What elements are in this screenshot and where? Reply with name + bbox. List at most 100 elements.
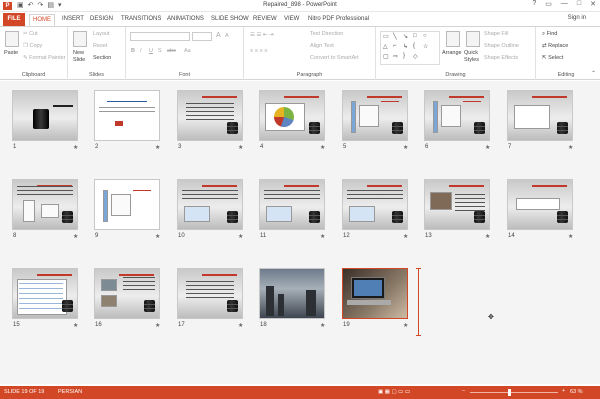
ribbon-display-icon[interactable]: ▭ — [545, 0, 552, 8]
star-shape-icon[interactable]: ☆ — [423, 43, 428, 50]
cut-button[interactable]: ✂ Cut — [23, 31, 38, 37]
convert-smartart-button[interactable]: Convert to SmartArt — [310, 55, 359, 61]
textbox-shape-icon[interactable]: ▭ — [383, 33, 389, 40]
bold-button[interactable]: B — [131, 48, 135, 54]
maximize-icon[interactable]: □ — [577, 0, 581, 8]
drawing-group-label: Drawing — [445, 72, 466, 78]
sign-in-link[interactable]: Sign in — [568, 15, 586, 21]
font-size-box[interactable] — [192, 32, 212, 41]
diamond-shape-icon[interactable]: ◇ — [413, 53, 418, 60]
slide-thumbnail[interactable] — [177, 90, 243, 141]
slide-thumbnail[interactable] — [342, 179, 408, 230]
arrange-icon[interactable] — [446, 31, 460, 47]
bullets-icon[interactable]: ☰ ☰ ⇤ ⇥ — [250, 32, 274, 38]
shape-outline-button[interactable]: Shape Outline — [484, 43, 519, 49]
slide-number: 16 — [95, 322, 102, 328]
find-button[interactable]: ⌕ Find — [542, 31, 557, 38]
shape-fill-button[interactable]: Shape Fill — [484, 31, 508, 37]
curly-shape-icon[interactable]: { — [413, 43, 415, 49]
slide-thumbnail[interactable] — [507, 90, 573, 141]
minimize-icon[interactable]: — — [561, 0, 568, 8]
rectangle-shape-icon[interactable]: □ — [413, 33, 417, 39]
triangle-shape-icon[interactable]: △ — [383, 43, 388, 50]
slide-thumbnail[interactable] — [424, 179, 490, 230]
view-buttons[interactable]: ▣ ▦ ▢ ▭ ▭ — [378, 389, 410, 395]
close-icon[interactable]: ✕ — [590, 0, 596, 8]
slide-thumbnail[interactable] — [342, 268, 408, 319]
tab-file[interactable]: FILE — [3, 13, 25, 26]
tab-animations[interactable]: ANIMATIONS — [164, 14, 207, 26]
new-slide-button[interactable]: New Slide — [73, 50, 93, 64]
bent-arrow-shape-icon[interactable]: ↳ — [403, 43, 408, 50]
slide-thumbnail[interactable] — [507, 179, 573, 230]
mouse-cursor-icon: ✥ — [488, 314, 494, 321]
arrange-button[interactable]: Arrange — [442, 50, 462, 56]
right-arrow-shape-icon[interactable]: ⇨ — [393, 53, 398, 60]
quick-styles-button[interactable]: Quick Styles — [464, 50, 482, 64]
align-text-button[interactable]: Align Text — [310, 43, 334, 49]
slide-transition-icon: ★ — [155, 323, 161, 329]
select-button[interactable]: ⇱ Select — [542, 55, 563, 61]
tab-view[interactable]: VIEW — [281, 14, 302, 26]
slide-thumbnail[interactable] — [259, 179, 325, 230]
slide-thumbnail[interactable] — [424, 90, 490, 141]
reset-button[interactable]: Reset — [93, 43, 107, 49]
tab-home[interactable]: HOME — [29, 14, 55, 26]
copy-button[interactable]: ❐ Copy — [23, 43, 42, 49]
tab-slide-show[interactable]: SLIDE SHOW — [208, 14, 252, 26]
slide-thumbnail[interactable] — [94, 268, 160, 319]
text-direction-button[interactable]: Text Direction — [310, 31, 343, 37]
slide-thumbnail[interactable] — [177, 179, 243, 230]
slide-thumbnail[interactable] — [259, 268, 325, 319]
slide-thumbnail[interactable] — [12, 268, 78, 319]
slide-thumbnail[interactable] — [177, 268, 243, 319]
shape-effects-button[interactable]: Shape Effects — [484, 55, 518, 61]
zoom-slider-thumb[interactable] — [507, 389, 511, 396]
tab-insert[interactable]: INSERT — [59, 14, 87, 26]
zoom-level[interactable]: 63 % — [570, 389, 583, 395]
line-shape-icon[interactable]: ╲ — [393, 33, 397, 40]
shrink-font-button[interactable]: A — [225, 33, 229, 39]
oil-barrel-icon — [557, 211, 568, 223]
italic-button[interactable]: I — [140, 48, 142, 54]
zoom-out-icon[interactable]: − — [462, 388, 465, 394]
slide-number: 2 — [95, 144, 99, 150]
collapse-ribbon-icon[interactable]: ⌃ — [591, 70, 596, 77]
slide-thumbnail[interactable] — [94, 179, 160, 230]
zoom-slider[interactable] — [470, 392, 558, 393]
tab-nitro-pdf[interactable]: Nitro PDF Professional — [305, 14, 372, 26]
slide-thumbnail[interactable] — [342, 90, 408, 141]
tab-design[interactable]: DESIGN — [87, 14, 116, 26]
shapes-gallery[interactable]: ▭ ╲ ↘ □ ○ △ ⌐ ↳ { ☆ ▢ ⇨ } ◇ — [380, 31, 440, 65]
paste-icon[interactable] — [5, 31, 19, 47]
rounded-rect-shape-icon[interactable]: ▢ — [383, 53, 389, 60]
paste-button[interactable]: Paste — [4, 50, 18, 56]
shadow-button[interactable]: S — [158, 48, 162, 54]
brace-shape-icon[interactable]: } — [403, 53, 405, 59]
grow-font-button[interactable]: A — [216, 32, 221, 39]
slide-transition-icon: ★ — [485, 145, 491, 151]
connector-shape-icon[interactable]: ⌐ — [393, 43, 397, 49]
language-indicator[interactable]: PERSIAN — [58, 389, 82, 395]
arrow-shape-icon[interactable]: ↘ — [403, 33, 408, 40]
replace-button[interactable]: ⇄ Replace — [542, 43, 568, 49]
format-painter-button[interactable]: ✎ Format Painter — [23, 55, 66, 61]
font-name-box[interactable] — [130, 32, 190, 41]
slide-thumbnail[interactable] — [12, 179, 78, 230]
change-case-button[interactable]: Aa — [184, 48, 191, 54]
help-icon[interactable]: ? — [532, 0, 536, 8]
new-slide-icon[interactable] — [73, 31, 87, 47]
zoom-in-icon[interactable]: + — [562, 388, 565, 394]
strikethrough-button[interactable]: abc — [167, 48, 176, 54]
slide-thumbnail[interactable] — [94, 90, 160, 141]
slide-thumbnail[interactable] — [12, 90, 78, 141]
quick-styles-icon[interactable] — [466, 31, 480, 47]
slide-thumbnail[interactable] — [259, 90, 325, 141]
tab-review[interactable]: REVIEW — [250, 14, 280, 26]
section-button[interactable]: Section — [93, 55, 111, 61]
oval-shape-icon[interactable]: ○ — [423, 33, 427, 39]
underline-button[interactable]: U — [149, 48, 153, 54]
tab-transitions[interactable]: TRANSITIONS — [118, 14, 164, 26]
layout-button[interactable]: Layout — [93, 31, 110, 37]
align-icons[interactable]: ≡ ≡ ≡ ≡ — [250, 48, 267, 54]
